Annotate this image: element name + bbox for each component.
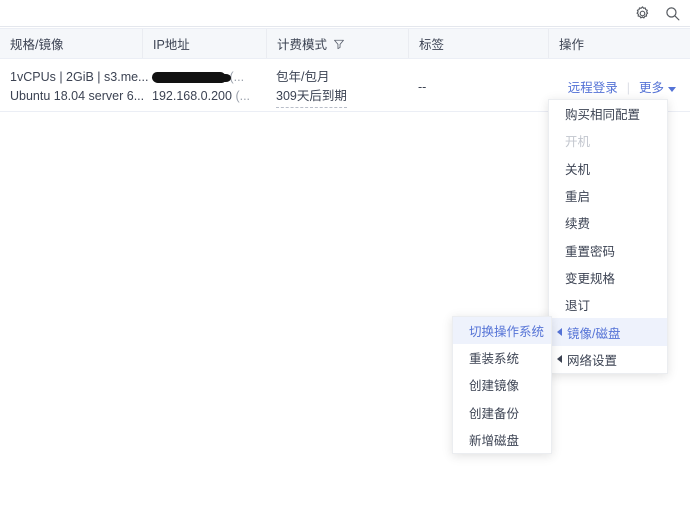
menu-item-buy-same-config[interactable]: 购买相同配置 — [549, 100, 667, 127]
column-header-label: 计费模式 — [277, 38, 328, 52]
ip-public-tail: (... — [229, 70, 245, 84]
column-header-operations[interactable]: 操作 — [548, 29, 690, 58]
submenu-item-reinstall-os[interactable]: 重装系统 — [453, 344, 551, 371]
redaction-bar — [152, 72, 231, 83]
ip-private-tail: (... — [235, 89, 251, 103]
column-header-label: 操作 — [559, 38, 585, 52]
more-dropdown-menu: 购买相同配置 开机 关机 重启 续费 重置密码 变更规格 退订 镜像/磁盘 网络… — [548, 99, 668, 374]
menu-item-label: 变更规格 — [565, 271, 616, 286]
menu-item-label: 退订 — [565, 299, 591, 314]
ip-public-line: (... — [152, 68, 256, 87]
more-label: 更多 — [638, 81, 664, 95]
submenu-item-label: 创建备份 — [469, 406, 520, 421]
menu-item-power-off[interactable]: 关机 — [549, 155, 667, 182]
menu-item-label: 购买相同配置 — [565, 108, 641, 123]
column-header-label: 标签 — [419, 38, 445, 52]
submenu-item-switch-os[interactable]: 切换操作系统 — [453, 317, 551, 345]
table-header-row: 规格/镜像 IP地址 计费模式 标签 操作 — [0, 28, 690, 59]
submenu-item-label: 重装系统 — [469, 352, 520, 367]
gear-icon[interactable] — [632, 3, 652, 23]
chevron-down-icon — [668, 87, 676, 92]
chevron-left-icon — [557, 328, 562, 337]
cell-billing-mode: 包年/包月 309天后到期 — [266, 59, 408, 111]
image-disk-submenu: 切换操作系统 重装系统 创建镜像 创建备份 新增磁盘 — [452, 316, 552, 454]
menu-item-change-spec[interactable]: 变更规格 — [549, 264, 667, 291]
cell-ip-address: (... 192.168.0.200 (... — [142, 59, 266, 111]
chevron-left-icon — [557, 355, 562, 364]
menu-item-reset-password[interactable]: 重置密码 — [549, 236, 667, 263]
image-line: Ubuntu 18.04 server 6... — [10, 89, 145, 103]
menu-item-unsubscribe[interactable]: 退订 — [549, 291, 667, 318]
menu-item-label: 重启 — [565, 190, 591, 205]
menu-item-label: 重置密码 — [565, 244, 616, 259]
billing-expiry: 309天后到期 — [276, 87, 347, 108]
cell-spec-image: 1vCPUs | 2GiB | s3.me... Ubuntu 18.04 se… — [0, 59, 149, 111]
filter-icon[interactable] — [333, 38, 345, 50]
spec-line: 1vCPUs | 2GiB | s3.me... — [10, 70, 149, 84]
billing-type: 包年/包月 — [276, 70, 330, 84]
column-header-ip-address[interactable]: IP地址 — [142, 29, 266, 58]
billing-expiry-wrap: 309天后到期 — [276, 87, 398, 108]
column-header-billing-mode[interactable]: 计费模式 — [266, 29, 408, 58]
submenu-item-label: 创建镜像 — [469, 379, 520, 394]
column-header-label: IP地址 — [153, 38, 190, 52]
menu-item-label: 网络设置 — [567, 353, 618, 368]
ip-private-value: 192.168.0.200 — [152, 89, 232, 103]
tag-value: -- — [418, 80, 427, 94]
menu-item-power-on: 开机 — [549, 127, 667, 154]
remote-login-link[interactable]: 远程登录 — [568, 79, 618, 98]
menu-item-renew[interactable]: 续费 — [549, 209, 667, 236]
top-toolbar — [0, 0, 690, 27]
menu-item-label: 关机 — [565, 162, 591, 177]
menu-item-label: 续费 — [565, 217, 591, 232]
menu-item-restart[interactable]: 重启 — [549, 182, 667, 209]
more-dropdown-trigger[interactable]: 更多 — [639, 79, 676, 98]
cell-tag: -- — [408, 59, 548, 111]
submenu-item-add-disk[interactable]: 新增磁盘 — [453, 426, 551, 453]
ip-private-line: 192.168.0.200 (... — [152, 87, 256, 106]
menu-item-label: 开机 — [565, 135, 591, 150]
submenu-item-label: 新增磁盘 — [469, 433, 520, 448]
submenu-item-create-backup[interactable]: 创建备份 — [453, 399, 551, 426]
column-header-label: 规格/镜像 — [10, 38, 64, 52]
menu-item-label: 镜像/磁盘 — [567, 326, 621, 341]
submenu-item-label: 切换操作系统 — [469, 325, 545, 340]
search-icon[interactable] — [662, 3, 682, 23]
column-header-spec-image[interactable]: 规格/镜像 — [0, 29, 142, 58]
menu-item-image-disk[interactable]: 镜像/磁盘 — [549, 318, 667, 346]
link-separator: | — [626, 81, 630, 95]
column-header-tag[interactable]: 标签 — [408, 29, 548, 58]
toolbar-icon-group — [632, 3, 682, 23]
submenu-item-create-image[interactable]: 创建镜像 — [453, 371, 551, 398]
menu-item-network-settings[interactable]: 网络设置 — [549, 346, 667, 373]
